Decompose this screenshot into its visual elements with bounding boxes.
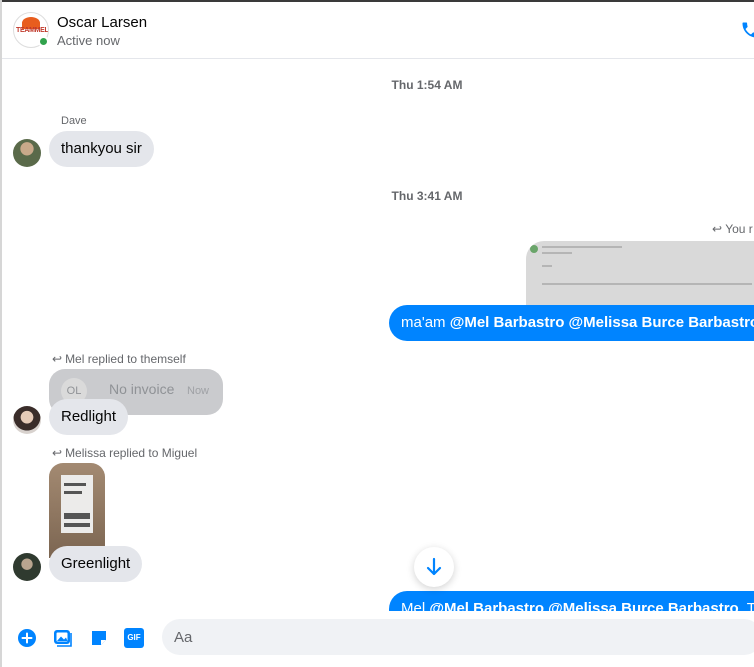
quoted-text: No invoice bbox=[109, 381, 175, 397]
scroll-to-bottom-button[interactable] bbox=[414, 547, 454, 587]
chat-header: TEAMMEL Oscar Larsen Active now bbox=[2, 2, 754, 59]
window-left-border bbox=[0, 0, 2, 667]
avatar-logo-text: TEAMMEL bbox=[16, 27, 49, 34]
reply-indicator: ↩ Melissa replied to Miguel bbox=[52, 446, 197, 460]
quoted-package-photo[interactable] bbox=[49, 463, 105, 558]
sender-name: Dave bbox=[61, 115, 87, 127]
mention[interactable]: @Mel Barbastro bbox=[450, 314, 565, 331]
reply-arrow-icon: ↩ bbox=[52, 446, 63, 460]
online-status-dot bbox=[38, 36, 49, 47]
plus-icon[interactable] bbox=[17, 628, 37, 648]
message-composer: GIF bbox=[2, 612, 754, 667]
message-text: ma'am bbox=[401, 314, 450, 331]
message-bubble-incoming[interactable]: Greenlight bbox=[49, 546, 143, 582]
mention[interactable]: @Mel Barbastro bbox=[429, 600, 544, 611]
photo-icon[interactable] bbox=[53, 628, 73, 648]
avatar-melissa[interactable] bbox=[13, 553, 41, 581]
avatar-mel[interactable] bbox=[13, 406, 41, 434]
phone-icon[interactable] bbox=[740, 20, 754, 40]
sticker-icon[interactable] bbox=[89, 628, 109, 648]
reply-indicator: ↩ Mel replied to themself bbox=[52, 352, 186, 366]
mention[interactable]: @Melissa Burce Barbastro bbox=[548, 600, 739, 611]
message-text: Mel bbox=[401, 600, 430, 611]
timestamp: Thu 1:54 AM bbox=[391, 78, 463, 92]
reply-arrow-icon: ↩ bbox=[712, 222, 723, 236]
reply-label-text: You r bbox=[725, 222, 753, 236]
arrow-down-icon bbox=[426, 557, 442, 576]
message-bubble-outgoing[interactable]: ma'am @Mel Barbastro @Melissa Burce Barb… bbox=[389, 305, 754, 341]
reply-label-text: Melissa replied to Miguel bbox=[65, 446, 198, 460]
message-bubble-outgoing[interactable]: Mel @Mel Barbastro @Melissa Burce Barbas… bbox=[389, 591, 754, 611]
reply-indicator: ↩ You r bbox=[712, 222, 753, 236]
message-input[interactable] bbox=[162, 619, 754, 655]
email-sender-icon bbox=[530, 245, 538, 253]
mention[interactable]: @Melissa Burce Barbastro bbox=[569, 314, 754, 331]
reply-arrow-icon: ↩ bbox=[52, 352, 63, 366]
quoted-time: Now bbox=[187, 385, 210, 397]
message-bubble-incoming[interactable]: Redlight bbox=[49, 399, 129, 435]
contact-name[interactable]: Oscar Larsen bbox=[57, 14, 147, 31]
avatar-dave[interactable] bbox=[13, 139, 41, 167]
attached-email-screenshot[interactable] bbox=[526, 241, 754, 307]
reply-label-text: Mel replied to themself bbox=[65, 352, 186, 366]
message-bubble-incoming[interactable]: thankyou sir bbox=[49, 131, 154, 167]
timestamp: Thu 3:41 AM bbox=[391, 189, 463, 203]
contact-status: Active now bbox=[57, 33, 120, 48]
gif-icon[interactable]: GIF bbox=[124, 628, 144, 648]
message-text: . T bbox=[738, 600, 754, 611]
